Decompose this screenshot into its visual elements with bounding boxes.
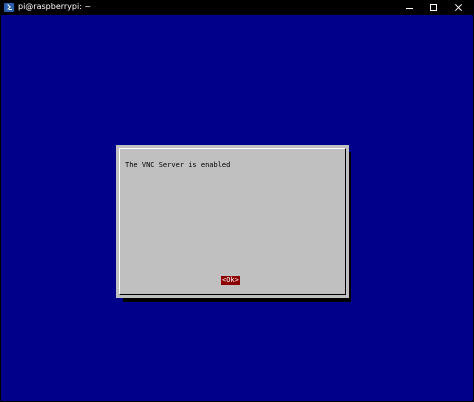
- terminal-window: pi@raspberrypi: ~ The VNC Server is enab…: [0, 0, 474, 402]
- terminal-icon: [4, 3, 14, 12]
- message-dialog: The VNC Server is enabled <Ok>: [116, 145, 349, 298]
- title-bar[interactable]: pi@raspberrypi: ~: [0, 0, 474, 15]
- window-title: pi@raspberrypi: ~: [18, 2, 92, 11]
- maximize-button[interactable]: [422, 0, 446, 15]
- minimize-button[interactable]: [398, 0, 422, 15]
- ok-button[interactable]: <Ok>: [221, 276, 240, 285]
- terminal-area[interactable]: The VNC Server is enabled <Ok>: [1, 15, 473, 401]
- dialog-frame: [119, 148, 346, 295]
- dialog-message: The VNC Server is enabled: [125, 161, 231, 169]
- close-button[interactable]: [447, 0, 471, 15]
